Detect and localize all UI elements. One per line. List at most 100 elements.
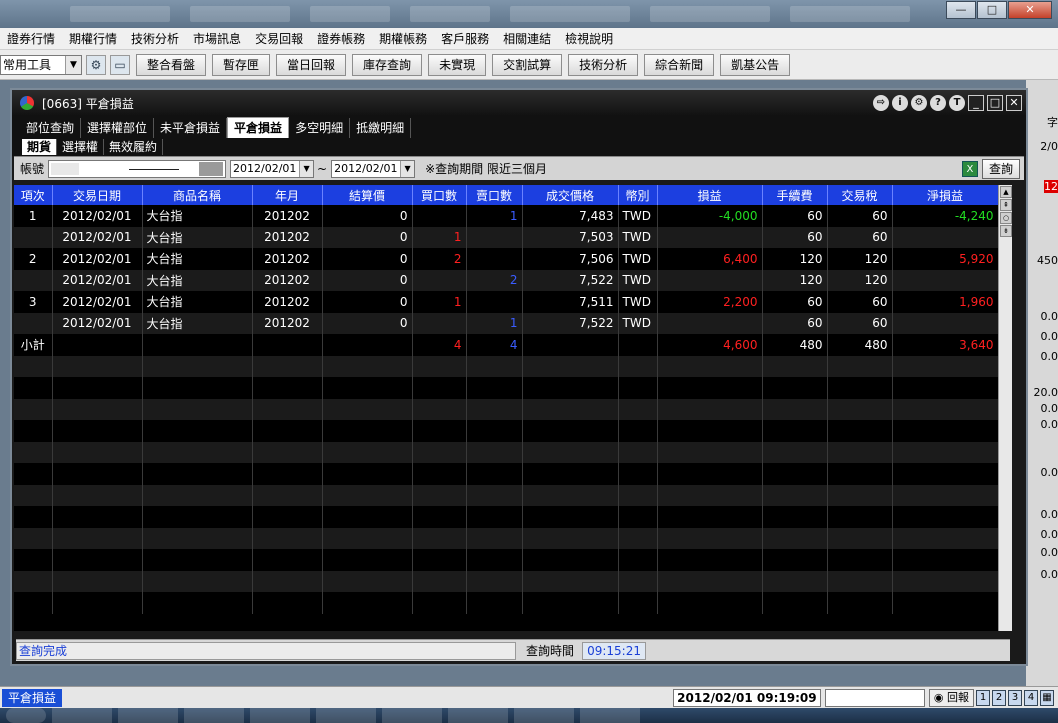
tab-1[interactable]: 選擇權部位 — [81, 118, 155, 138]
column-header[interactable]: 手續費 — [762, 185, 828, 205]
table-row[interactable] — [14, 398, 999, 420]
column-header[interactable]: 商品名稱 — [142, 185, 253, 205]
taskbar-item[interactable] — [118, 708, 178, 723]
page-button[interactable]: 2 — [992, 689, 1006, 706]
table-row[interactable]: 2012/02/01 大台指 201202 0 1 7,522 TWD 60 60 — [14, 312, 999, 334]
table-row[interactable] — [14, 549, 999, 571]
page-button[interactable]: 1 — [976, 689, 990, 706]
excel-export-icon[interactable]: X — [961, 160, 978, 177]
page-button[interactable]: 4 — [1024, 689, 1038, 706]
table-row[interactable]: 3 2012/02/01 大台指 201202 0 1 7,511 TWD 2,200 60 60 1… — [14, 291, 999, 313]
table-row[interactable] — [14, 570, 999, 592]
column-header[interactable]: 項次 — [14, 185, 53, 205]
table-row[interactable]: 1 2012/02/01 大台指 201202 0 1 7,483 TWD -4,000 60 60… — [14, 205, 999, 227]
table-row[interactable] — [14, 592, 999, 614]
maximize-button[interactable]: □ — [977, 1, 1007, 19]
date-to-field[interactable]: 2012/02/01 ▼ — [331, 159, 416, 178]
taskbar-item[interactable] — [514, 708, 574, 723]
start-button[interactable] — [6, 708, 46, 723]
column-header[interactable]: 幣別 — [618, 185, 658, 205]
column-header[interactable]: 買口數 — [412, 185, 467, 205]
menu-item[interactable]: 相關連結 — [496, 30, 558, 47]
query-button[interactable]: 查詢 — [981, 158, 1020, 179]
gear-icon[interactable]: ⚙ — [86, 54, 106, 75]
table-row[interactable]: 2012/02/01 大台指 201202 0 1 7,503 TWD 60 60 — [14, 226, 999, 248]
table-row[interactable] — [14, 484, 999, 506]
table-row[interactable] — [14, 463, 999, 485]
scroll-bottom-icon[interactable]: ⇟ — [1000, 225, 1012, 237]
table-row[interactable] — [14, 506, 999, 528]
toolbar-button[interactable]: 庫存查詢 — [352, 53, 423, 76]
taskbar-item[interactable] — [250, 708, 310, 723]
table-row[interactable] — [14, 441, 999, 463]
chevron-down-icon[interactable]: ▼ — [299, 160, 314, 177]
column-header[interactable]: 交易稅 — [827, 185, 893, 205]
new-window-icon[interactable]: ▭ — [110, 54, 130, 75]
menu-item[interactable]: 期權行情 — [62, 30, 124, 47]
column-header[interactable]: 損益 — [657, 185, 763, 205]
table-row[interactable] — [14, 377, 999, 399]
column-header[interactable]: 交易日期 — [52, 185, 143, 205]
menu-item[interactable]: 客戶服務 — [434, 30, 496, 47]
table-row[interactable]: 2 2012/02/01 大台指 201202 0 2 7,506 TWD 6,400 120 12… — [14, 248, 999, 270]
vertical-scrollbar[interactable]: ▲ ⇞ ○ ⇟ — [998, 185, 1012, 631]
info-icon[interactable]: i — [892, 95, 908, 111]
column-header[interactable]: 結算價 — [322, 185, 413, 205]
maximize-icon[interactable]: □ — [987, 95, 1003, 111]
tab-0[interactable]: 部位查詢 — [20, 118, 82, 138]
menu-item[interactable]: 技術分析 — [124, 30, 186, 47]
tab-5[interactable]: 抵繳明細 — [350, 118, 412, 138]
taskbar-item[interactable] — [184, 708, 244, 723]
subtab-2[interactable]: 無效履約 — [104, 139, 164, 155]
taskbar-item[interactable] — [52, 708, 112, 723]
column-header[interactable]: 賣口數 — [466, 185, 523, 205]
grid-view-icon[interactable]: ▦ — [1040, 689, 1054, 706]
status-input[interactable] — [824, 688, 925, 707]
toolbar-button[interactable]: 暫存匣 — [212, 53, 271, 76]
column-header[interactable]: 淨損益 — [892, 185, 999, 205]
minimize-button[interactable]: — — [946, 1, 976, 19]
column-header[interactable]: 成交價格 — [522, 185, 619, 205]
toolbar-button[interactable]: 綜合新聞 — [644, 53, 715, 76]
menu-item[interactable]: 市場訊息 — [186, 30, 248, 47]
taskbar-item[interactable] — [580, 708, 640, 723]
toolbar-button[interactable]: 當日回報 — [276, 53, 347, 76]
menu-item[interactable]: 期權帳務 — [372, 30, 434, 47]
close-icon[interactable]: ✕ — [1006, 95, 1022, 111]
scroll-top-icon[interactable]: ⇞ — [1000, 199, 1012, 211]
export-icon[interactable]: ⇨ — [873, 95, 889, 111]
table-row[interactable] — [14, 527, 999, 549]
scroll-reset-icon[interactable]: ○ — [1000, 212, 1012, 224]
report-button[interactable]: ◉ 回報 — [928, 688, 974, 707]
toolbar-button[interactable]: 未實現 — [428, 53, 487, 76]
column-header[interactable]: 年月 — [252, 185, 323, 205]
taskbar-item[interactable] — [316, 708, 376, 723]
taskbar-item[interactable] — [448, 708, 508, 723]
help-icon[interactable]: ? — [930, 95, 946, 111]
toolbar-button[interactable]: 技術分析 — [568, 53, 639, 76]
table-row[interactable] — [14, 420, 999, 442]
toolbar-button[interactable]: 交割試算 — [492, 53, 563, 76]
date-from-field[interactable]: 2012/02/01 ▼ — [230, 159, 315, 178]
toolbar-button[interactable]: 凱基公告 — [720, 53, 791, 76]
menu-item[interactable]: 檢視說明 — [558, 30, 620, 47]
subtab-0[interactable]: 期貨 — [22, 139, 58, 155]
settings-icon[interactable]: ⚙ — [911, 95, 927, 111]
topmost-icon[interactable]: T — [949, 95, 965, 111]
tab-3[interactable]: 平倉損益 — [227, 117, 290, 138]
table-row[interactable]: 2012/02/01 大台指 201202 0 2 7,522 TWD 120 120 — [14, 269, 999, 291]
close-button[interactable]: ✕ — [1008, 1, 1052, 19]
minimize-icon[interactable]: _ — [968, 95, 984, 111]
tab-4[interactable]: 多空明細 — [289, 118, 351, 138]
scroll-up-icon[interactable]: ▲ — [1000, 186, 1012, 198]
menu-item[interactable]: 交易回報 — [248, 30, 310, 47]
active-window-tab[interactable]: 平倉損益 — [2, 688, 63, 707]
menu-item[interactable]: 證券帳務 — [310, 30, 372, 47]
account-field[interactable] — [48, 159, 227, 178]
page-button[interactable]: 3 — [1008, 689, 1022, 706]
chevron-down-icon[interactable]: ▼ — [400, 160, 415, 177]
toolbar-button[interactable]: 整合看盤 — [136, 53, 207, 76]
subtab-1[interactable]: 選擇權 — [57, 139, 105, 155]
tool-select[interactable]: 常用工具 ▼ — [0, 54, 82, 75]
chevron-down-icon[interactable]: ▼ — [65, 55, 81, 74]
